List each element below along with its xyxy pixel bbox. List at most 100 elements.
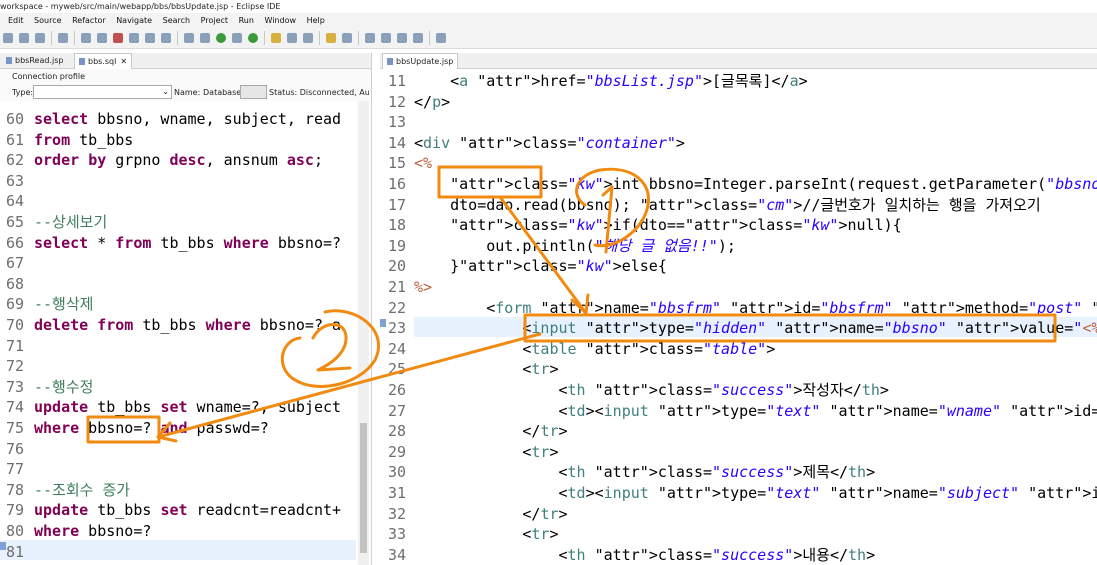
menu-search[interactable]: Search	[163, 16, 190, 25]
line-number: 60	[6, 110, 25, 128]
coverage-icon[interactable]	[248, 33, 258, 43]
save-icon[interactable]	[19, 33, 29, 43]
code-text: "attr">class="kw">if(dto=="attr">class="…	[450, 216, 902, 235]
jsp-code-line: 29 <tr>	[388, 442, 559, 462]
code-text: </tr>	[414, 504, 568, 523]
code-text: <tr>	[414, 442, 559, 461]
step-into-icon[interactable]	[129, 33, 139, 43]
code-text: select * from tb_bbs where bbsno=?	[34, 233, 342, 252]
jsp-file-icon	[387, 58, 393, 65]
line-number: 64	[6, 192, 25, 211]
database-label: Database:	[203, 88, 244, 97]
step-return-icon[interactable]	[161, 33, 171, 43]
right-editor-pane: bbsUpdate.jsp 11 <a "attr">href="bbsList…	[380, 53, 1097, 565]
left-scrollbar-thumb[interactable]	[360, 423, 367, 553]
print-icon[interactable]	[58, 33, 68, 43]
code-text: <div "attr">class="container">	[414, 133, 685, 152]
run-icon[interactable]	[216, 33, 226, 43]
new-class-icon[interactable]	[303, 33, 313, 43]
code-text: %>	[414, 278, 433, 296]
jsp-code-line: 24 <table "attr">class="table">	[388, 339, 775, 359]
sql-code-line: 76	[6, 439, 34, 459]
sql-code-line: 66 select * from tb_bbs where bbsno=?	[6, 233, 341, 253]
menu-run[interactable]: Run	[239, 16, 254, 25]
menu-window[interactable]: Window	[264, 16, 296, 25]
annotation-prev-icon[interactable]	[365, 33, 375, 43]
code-text: --상세보기	[34, 213, 108, 231]
type-select[interactable]: ⌄	[33, 85, 172, 99]
search-icon[interactable]	[342, 33, 352, 43]
tab-bbsread-jsp[interactable]: bbsRead.jsp	[2, 53, 67, 68]
menu-edit[interactable]: Edit	[8, 16, 24, 25]
line-number: 81	[6, 542, 25, 561]
line-number: 62	[6, 151, 25, 170]
menu-bar: Edit Source Refactor Navigate Search Pro…	[0, 13, 1097, 28]
sql-code-line: 69 --행삭제	[6, 294, 93, 314]
suspend-icon[interactable]	[97, 33, 107, 43]
sql-code-line: 62 order by grpno desc, ansnum asc;	[6, 150, 323, 170]
code-text: --행삭제	[34, 295, 94, 314]
close-icon[interactable]: ✕	[120, 57, 127, 66]
line-number: 21	[388, 278, 407, 296]
line-number: 73	[6, 377, 25, 396]
back-icon[interactable]	[397, 33, 407, 43]
annotation-next-icon[interactable]	[381, 33, 391, 43]
jsp-code-line: 23 <input "attr">type="hidden" "attr">na…	[388, 318, 1097, 338]
open-type-icon[interactable]	[326, 33, 336, 43]
code-text: <td><input "attr">type="text" "attr">nam…	[414, 401, 1097, 420]
line-number: 33	[388, 525, 407, 544]
line-number: 14	[388, 133, 407, 152]
jsp-code-line: 14 <div "attr">class="container">	[388, 133, 685, 153]
jsp-code-line: 27 <td><input "attr">type="text" "attr">…	[388, 401, 1097, 421]
debug-icon[interactable]	[200, 33, 210, 43]
new-file-icon[interactable]	[3, 33, 13, 43]
jsp-code-line: 13	[388, 112, 414, 132]
step-over-icon[interactable]	[145, 33, 155, 43]
save-all-icon[interactable]	[35, 33, 45, 43]
new-java-project-icon[interactable]	[271, 33, 281, 43]
code-text: "attr">class="kw">int bbsno=Integer.pars…	[450, 175, 1097, 193]
line-number: 28	[388, 422, 407, 441]
code-text: </tr>	[414, 422, 568, 441]
tab-bbsupdate-jsp[interactable]: bbsUpdate.jsp	[382, 53, 459, 69]
tab-bbs-sql[interactable]: bbs.sql ✕	[74, 53, 133, 69]
code-text: out.println("해당 글 없음!!");	[414, 236, 736, 255]
jsp-code-line: 21 %>	[388, 277, 432, 297]
forward-icon[interactable]	[413, 33, 423, 43]
menu-navigate[interactable]: Navigate	[116, 16, 152, 25]
sql-code-line: 63	[6, 171, 34, 191]
line-number: 78	[6, 480, 25, 499]
menu-help[interactable]: Help	[307, 16, 325, 25]
menu-project[interactable]: Project	[201, 16, 228, 25]
jsp-code-line: 33 <tr>	[388, 524, 559, 544]
line-number: 79	[6, 501, 25, 520]
sql-code-area[interactable]: 60 select bbsno, wname, subject, read 61 fr…	[6, 109, 358, 565]
pin-editor-icon[interactable]	[436, 33, 446, 43]
line-number: 80	[6, 522, 25, 540]
sql-code-line: 68	[6, 274, 34, 294]
new-package-icon[interactable]	[287, 33, 297, 43]
sql-code-line: 73 --행수정	[6, 377, 93, 397]
code-text: <th "attr">class="success">제목</th>	[414, 463, 876, 482]
menu-source[interactable]: Source	[34, 16, 61, 25]
code-text: select bbsno, wname, subject, read	[34, 110, 342, 128]
terminate-icon[interactable]	[113, 33, 123, 43]
sql-code-line: 70 delete from tb_bbs where bbsno=? a	[6, 315, 341, 335]
resume-icon[interactable]	[81, 33, 91, 43]
sql-code-line: 81	[6, 542, 34, 562]
menu-refactor[interactable]: Refactor	[72, 16, 106, 25]
code-text: <input "attr">type="hidden" "attr">name=…	[414, 319, 1097, 338]
skip-breakpoints-icon[interactable]	[184, 33, 194, 43]
jsp-code-line: 20 }"attr">class="kw">else{	[388, 256, 667, 276]
external-tools-icon[interactable]	[232, 33, 242, 43]
line-number: 66	[6, 233, 25, 252]
jsp-code-area[interactable]: 11 <a "attr">href="bbsList.jsp">[글목록]</a…	[388, 71, 1097, 565]
code-text: --조회수 증가	[34, 480, 131, 499]
sql-code-line: 79 update tb_bbs set readcnt=readcnt+	[6, 500, 341, 520]
sql-code-line: 75 where bbsno=? and passwd=?	[6, 418, 269, 438]
database-select[interactable]	[240, 85, 267, 99]
line-number: 74	[6, 398, 25, 417]
sql-code-line: 72	[6, 356, 34, 376]
jsp-code-line: 30 <th "attr">class="success">제목</th>	[388, 462, 875, 482]
chevron-down-icon: ⌄	[162, 87, 169, 96]
